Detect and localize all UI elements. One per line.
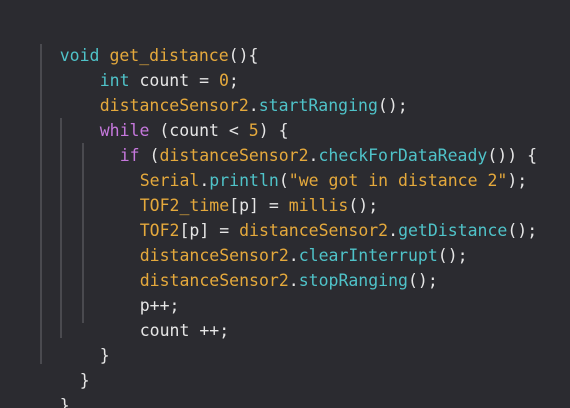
code-line-13: } xyxy=(99,346,110,365)
code-line-6: Serial.println("we got in distance 2"); xyxy=(139,171,528,190)
code-line-9: distanceSensor2.clearInterrupt(); xyxy=(139,246,468,265)
code-line-12: count ++; xyxy=(139,321,230,340)
code-line-4: while (count < 5) { xyxy=(99,121,289,140)
code-editor[interactable]: void get_distance(){ int count = 0; dist… xyxy=(0,0,570,408)
method-name: stopRanging xyxy=(298,271,408,290)
code-line-3: distanceSensor2.startRanging(); xyxy=(99,96,408,115)
code-line-11: p++; xyxy=(139,296,180,315)
code-line-2: int count = 0; xyxy=(99,71,239,90)
code-line-14: } xyxy=(79,371,90,390)
code-line-5: if (distanceSensor2.checkForDataReady())… xyxy=(119,146,538,165)
indent-guide xyxy=(40,44,42,364)
code-line-10: distanceSensor2.stopRanging(); xyxy=(139,271,438,290)
code-line-1: void get_distance(){ xyxy=(59,46,259,65)
code-line-7: TOF2_time[p] = millis(); xyxy=(139,196,379,215)
code-line-8: TOF2[p] = distanceSensor2.getDistance(); xyxy=(139,221,538,240)
code-line-15: } xyxy=(59,396,70,408)
